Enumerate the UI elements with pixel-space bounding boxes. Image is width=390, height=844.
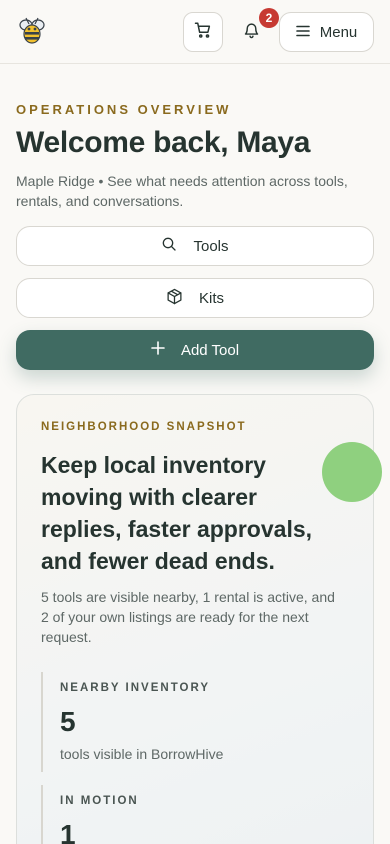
stat-label: IN MOTION: [60, 795, 139, 807]
add-tool-label: Add Tool: [180, 341, 240, 359]
kits-button[interactable]: Kits: [16, 278, 374, 318]
stat-value: 1: [60, 819, 76, 844]
stat-in-motion: IN MOTION 1: [41, 785, 341, 844]
top-bar: 2 Menu: [0, 0, 390, 64]
page-title: Welcome back, Maya: [16, 126, 311, 159]
stat-caption: tools visible in BorrowHive: [60, 746, 224, 762]
add-tool-button[interactable]: Add Tool: [16, 330, 374, 370]
stat-nearby-inventory: NEARBY INVENTORY 5 tools visible in Borr…: [41, 672, 341, 772]
snapshot-headline: Keep local inventory moving with clearer…: [41, 452, 313, 574]
package-icon: [166, 288, 183, 309]
kits-button-label: Kits: [198, 289, 224, 307]
bell-icon: [243, 22, 260, 44]
notification-count-badge: 2: [259, 8, 279, 28]
snapshot-eyebrow: NEIGHBORHOOD SNAPSHOT: [41, 421, 247, 433]
hamburger-icon: [295, 24, 310, 41]
stat-label: NEARBY INVENTORY: [60, 682, 211, 694]
neighborhood-snapshot-card: NEIGHBORHOOD SNAPSHOT Keep local invento…: [16, 394, 374, 844]
menu-label: Menu: [319, 23, 358, 41]
floating-action-blob[interactable]: [322, 442, 382, 502]
cart-icon: [194, 21, 212, 44]
stat-value: 5: [60, 706, 76, 737]
cart-button[interactable]: [183, 12, 223, 52]
menu-button[interactable]: Menu: [279, 12, 374, 52]
plus-icon: [151, 341, 165, 359]
search-icon: [161, 236, 177, 256]
section-eyebrow: OPERATIONS OVERVIEW: [16, 102, 232, 117]
tools-button-label: Tools: [193, 237, 229, 255]
tools-button[interactable]: Tools: [16, 226, 374, 266]
bee-logo-icon[interactable]: [17, 16, 47, 46]
snapshot-summary: 5 tools are visible nearby, 1 rental is …: [41, 589, 335, 645]
page-subtitle: Maple Ridge • See what needs attention a…: [16, 173, 348, 209]
